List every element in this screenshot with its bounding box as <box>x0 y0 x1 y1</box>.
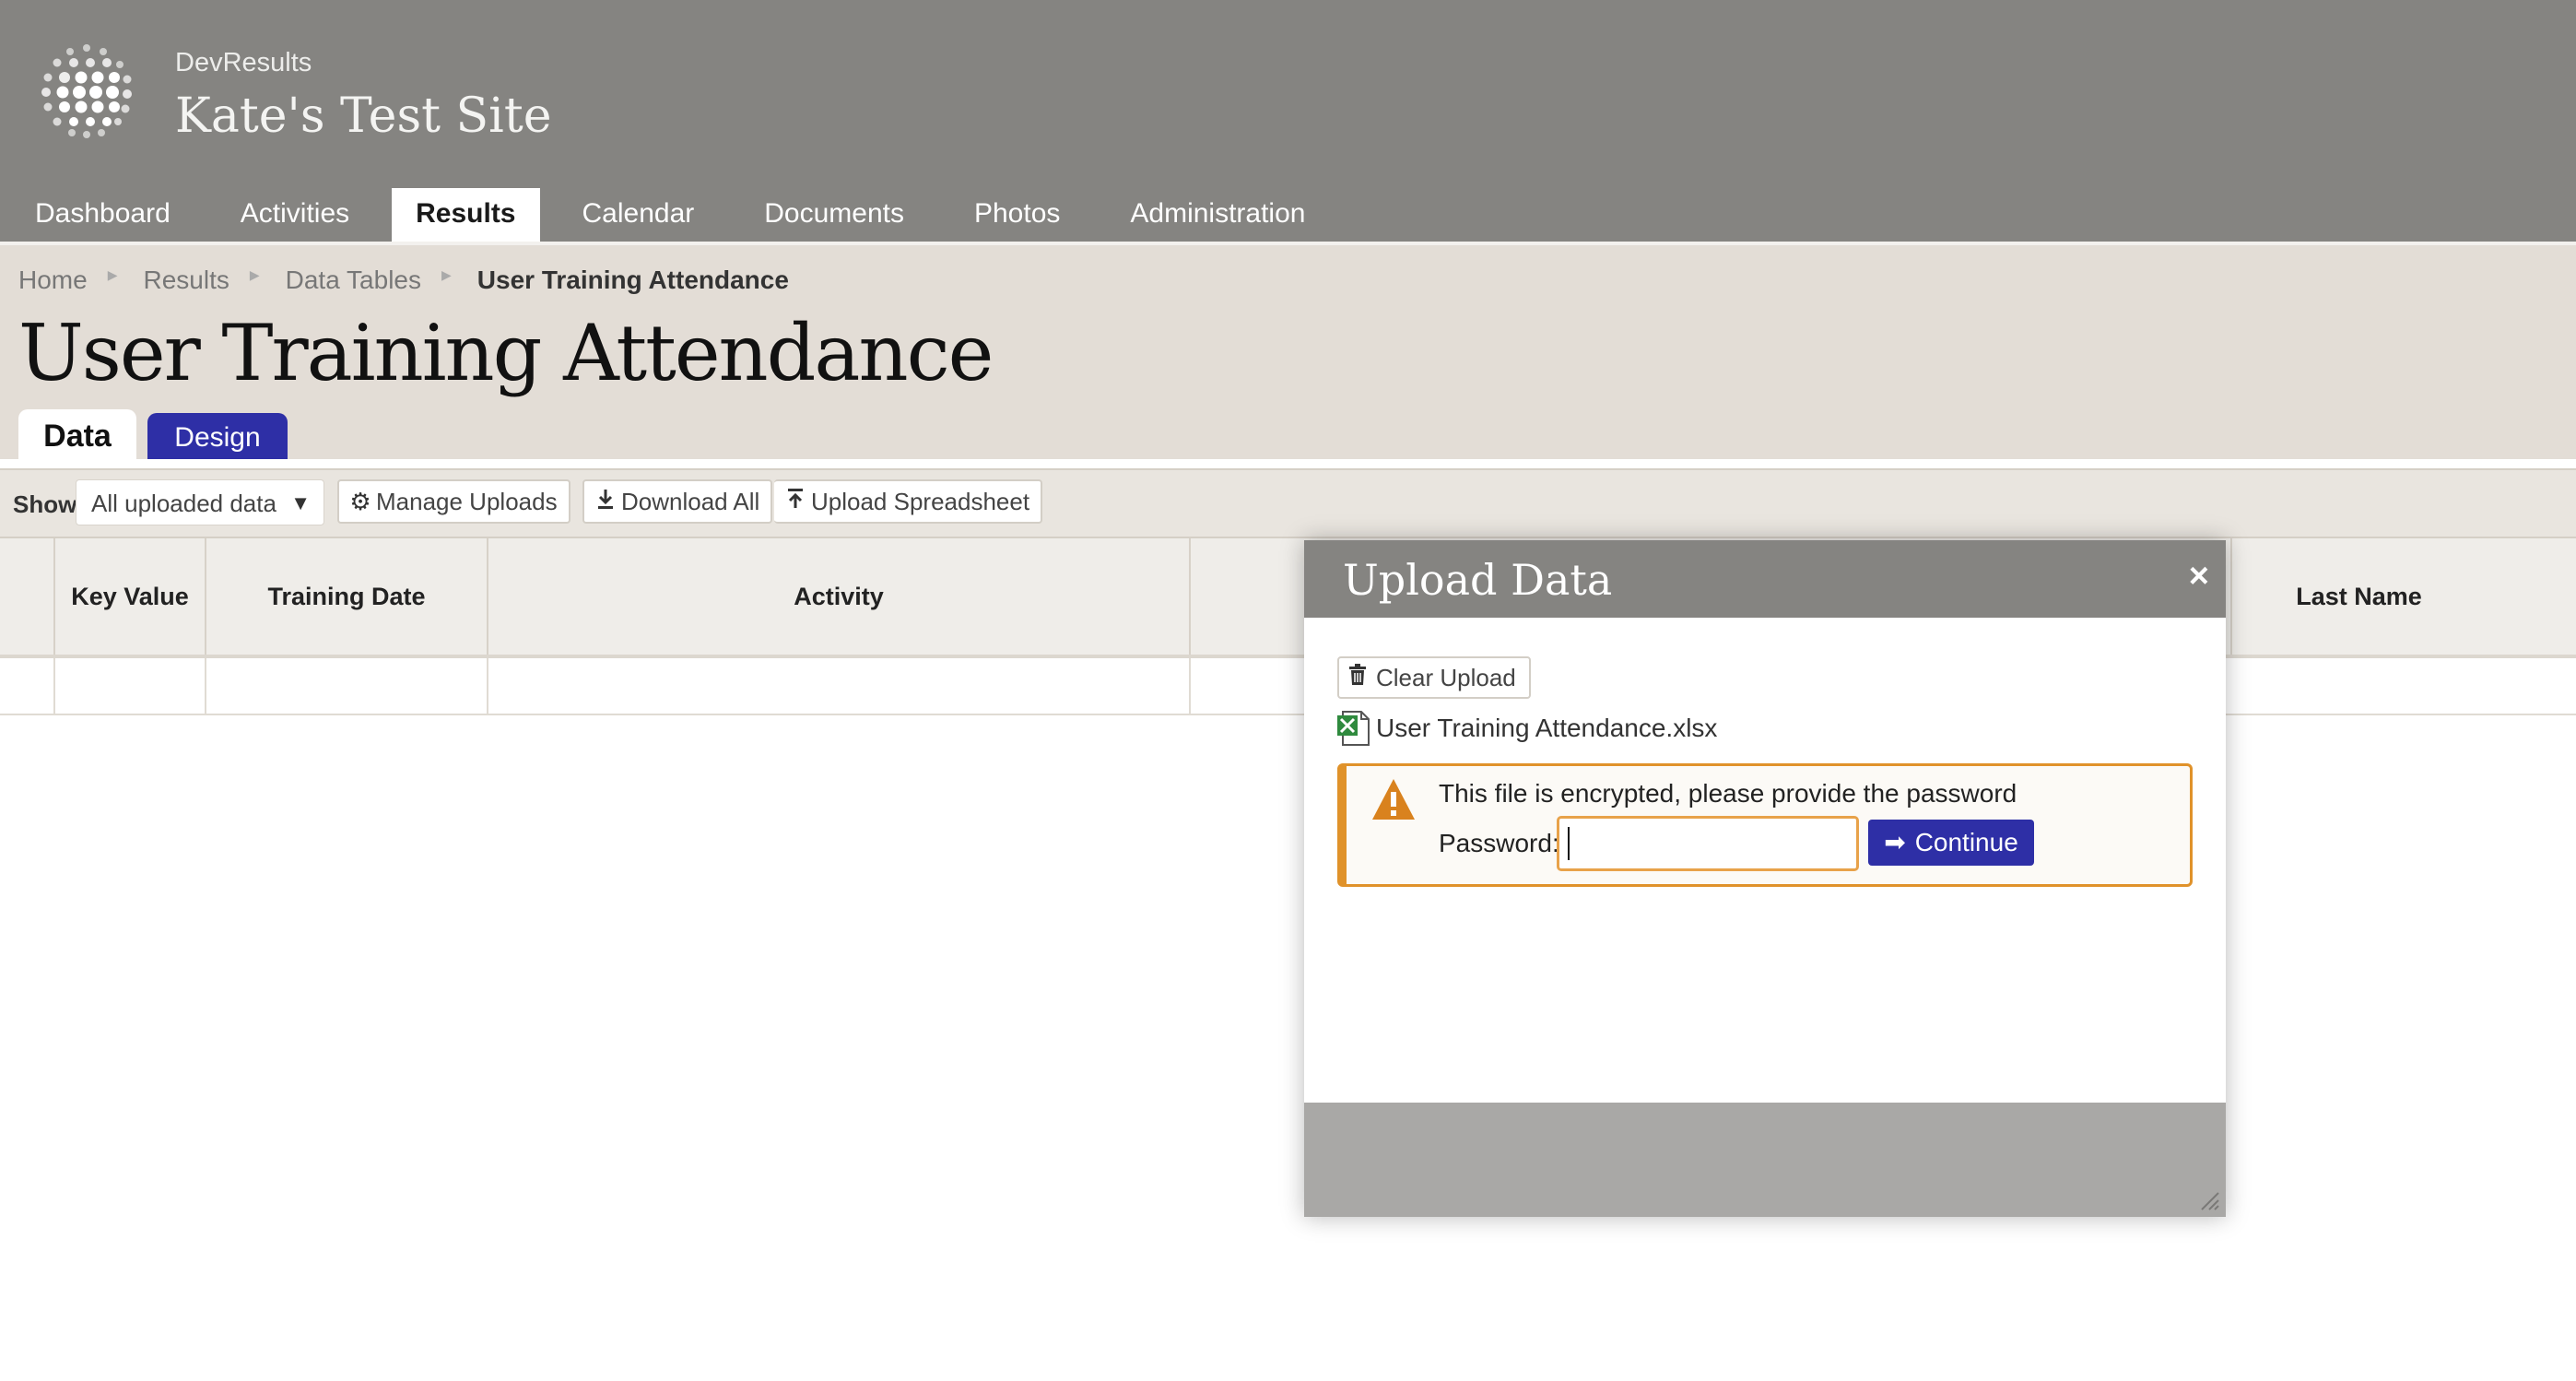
table-cell[interactable] <box>0 658 55 714</box>
resize-handle-icon[interactable] <box>2198 1189 2220 1211</box>
dropdown-caret-icon: ▼ <box>290 491 311 514</box>
continue-button[interactable]: ➡ Continue <box>1868 820 2034 866</box>
password-label: Password: <box>1439 829 1559 857</box>
upload-spreadsheet-button[interactable]: Upload Spreadsheet <box>774 479 1043 524</box>
clear-upload-button[interactable]: Clear Upload <box>1337 656 1531 699</box>
download-icon <box>594 481 618 522</box>
divider <box>0 459 2576 468</box>
nav-photos[interactable]: Photos <box>939 188 1095 242</box>
table-cell[interactable] <box>206 658 488 714</box>
dialog-title: Upload Data <box>1343 555 1613 605</box>
nav-administration[interactable]: Administration <box>1095 188 1340 242</box>
column-header-select[interactable] <box>0 538 55 655</box>
column-header-training-date[interactable]: Training Date <box>206 538 488 655</box>
top-header: DevResults Kate's Test Site Dashboard Ac… <box>0 0 2576 242</box>
dialog-titlebar[interactable]: Upload Data × <box>1304 540 2226 618</box>
uploaded-file: User Training Attendance.xlsx <box>1335 710 1717 747</box>
show-filter-value: All uploaded data <box>91 490 276 517</box>
upload-data-dialog: Upload Data × Clear Upload User Training… <box>1304 540 2226 1217</box>
breadcrumb-separator-icon: ▶ <box>249 266 260 282</box>
text-cursor <box>1568 827 1570 860</box>
nav-calendar[interactable]: Calendar <box>547 188 730 242</box>
page-title: User Training Attendance <box>18 308 994 398</box>
table-cell[interactable] <box>55 658 206 714</box>
manage-uploads-label: Manage Uploads <box>376 488 558 515</box>
breadcrumb-current: User Training Attendance <box>476 266 789 294</box>
encryption-warning: This file is encrypted, please provide t… <box>1337 763 2193 887</box>
nav-activities[interactable]: Activities <box>206 188 384 242</box>
breadcrumb-separator-icon: ▶ <box>107 266 118 282</box>
manage-uploads-button[interactable]: ⚙ Manage Uploads <box>337 479 570 524</box>
main-nav: Dashboard Activities Results Calendar Do… <box>0 188 1340 242</box>
breadcrumb-separator-icon: ▶ <box>441 266 452 282</box>
data-toolbar: Show All uploaded data ▼ ⚙ Manage Uploads… <box>0 468 2576 538</box>
clear-upload-label: Clear Upload <box>1376 664 1516 691</box>
devresults-logo-icon[interactable] <box>35 39 138 142</box>
dialog-footer <box>1304 1103 2226 1217</box>
breadcrumb-results[interactable]: Results <box>143 266 229 295</box>
file-name: User Training Attendance.xlsx <box>1376 714 1718 742</box>
tab-data[interactable]: Data <box>18 409 136 463</box>
continue-label: Continue <box>1914 828 2018 856</box>
nav-dashboard[interactable]: Dashboard <box>0 188 206 242</box>
page-header: Home ▶ Results ▶ Data Tables ▶ User Trai… <box>0 242 2576 463</box>
close-icon[interactable]: × <box>2189 557 2209 596</box>
table-cell[interactable] <box>488 658 1191 714</box>
tab-design[interactable]: Design <box>147 413 288 463</box>
show-filter-select[interactable]: All uploaded data ▼ <box>76 479 324 525</box>
column-header-key-value[interactable]: Key Value <box>55 538 206 655</box>
nav-documents[interactable]: Documents <box>729 188 939 242</box>
site-title[interactable]: Kate's Test Site <box>175 89 551 144</box>
trash-icon <box>1348 658 1370 697</box>
column-header-activity[interactable]: Activity <box>488 538 1191 655</box>
alert-message: This file is encrypted, please provide t… <box>1439 779 2017 808</box>
show-label: Show <box>13 490 77 518</box>
warning-icon <box>1372 779 1415 820</box>
download-all-label: Download All <box>621 488 760 515</box>
excel-file-icon <box>1337 711 1370 746</box>
arrow-right-icon: ➡ <box>1884 828 1906 856</box>
upload-spreadsheet-label: Upload Spreadsheet <box>811 488 1030 515</box>
column-header-last-name[interactable]: Last Name <box>2232 538 2486 655</box>
breadcrumb-data-tables[interactable]: Data Tables <box>286 266 421 295</box>
breadcrumb: Home ▶ Results ▶ Data Tables ▶ User Trai… <box>18 266 789 295</box>
password-input[interactable] <box>1557 816 1859 871</box>
org-name: DevResults <box>175 48 312 77</box>
gear-icon: ⚙ <box>349 488 371 515</box>
upload-icon <box>783 481 807 522</box>
nav-results[interactable]: Results <box>392 188 540 242</box>
download-all-button[interactable]: Download All <box>582 479 773 524</box>
breadcrumb-home[interactable]: Home <box>18 266 88 295</box>
